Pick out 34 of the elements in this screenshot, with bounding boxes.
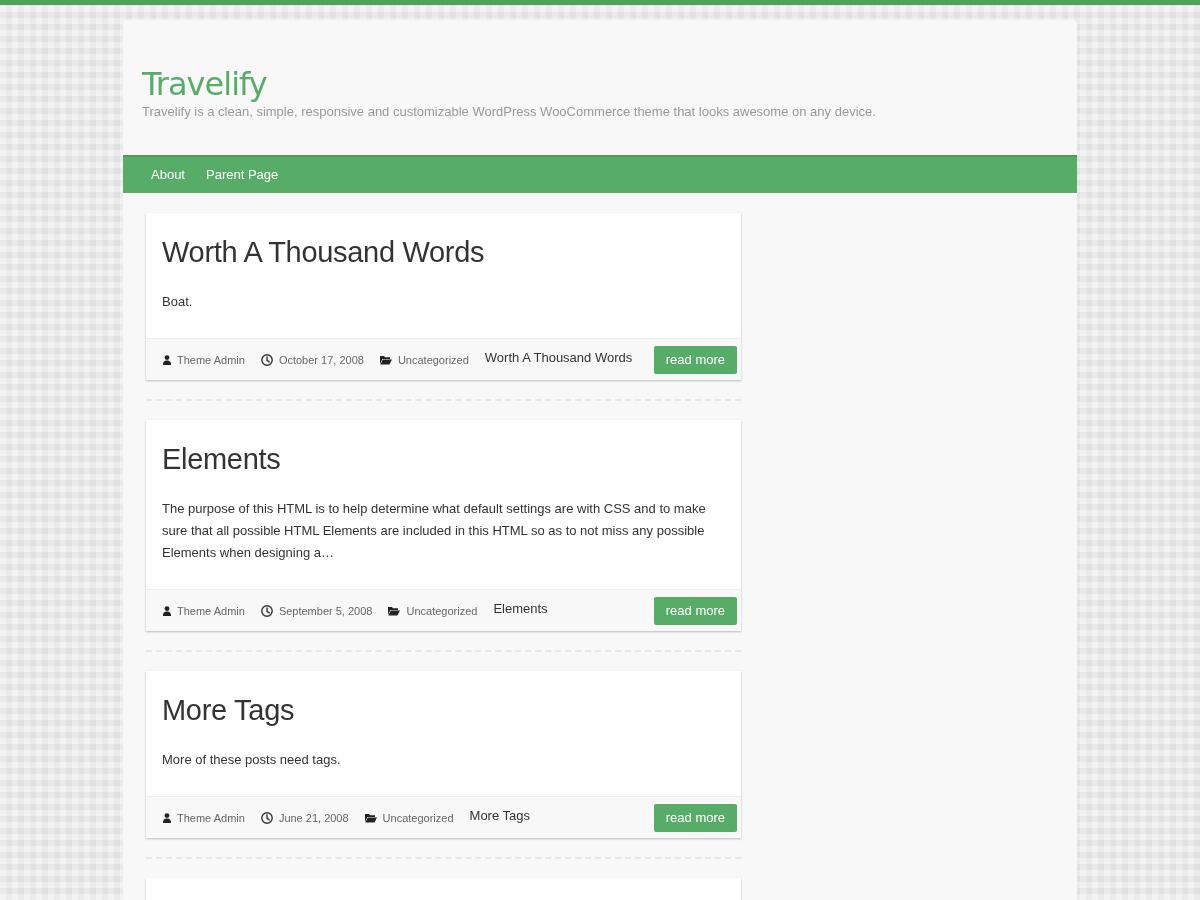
post-author: Theme Admin	[177, 353, 245, 366]
user-icon	[163, 605, 171, 616]
site-title[interactable]: Travelify	[142, 65, 267, 103]
folder-icon	[379, 354, 392, 365]
post-date: October 17, 2008	[278, 353, 364, 366]
post-category: Uncategorized	[406, 604, 478, 617]
post-category: Uncategorized	[382, 811, 454, 824]
post-title[interactable]: Elements	[162, 441, 281, 477]
nav-link[interactable]: Parent Page	[206, 166, 279, 184]
user-icon	[163, 354, 171, 365]
read-more-button[interactable]: read more	[653, 345, 737, 374]
post-title[interactable]: Worth A Thousand Words	[162, 234, 485, 270]
folder-icon	[364, 812, 377, 823]
post-footer-title: Worth A Thousand Words	[484, 350, 633, 365]
clock-icon	[260, 353, 273, 366]
clock-icon	[260, 604, 273, 617]
post-author: Theme Admin	[177, 604, 245, 617]
user-icon	[163, 812, 171, 823]
post-excerpt: Boat.	[162, 293, 194, 311]
post-excerpt: More of these posts need tags.	[162, 751, 342, 769]
site-tagline: Travelify is a clean, simple, responsive and customizable WordPress WooCommerce theme that looks awesome on any device.	[142, 103, 877, 121]
nav-link[interactable]: About	[151, 166, 185, 184]
post-footer-title: More Tags	[469, 808, 530, 823]
read-more-button[interactable]: read more	[653, 596, 737, 625]
post-title[interactable]: More Tags	[162, 692, 295, 728]
clock-icon	[260, 811, 273, 824]
post-footer-title: Elements	[493, 601, 548, 616]
post-category: Uncategorized	[397, 353, 469, 366]
folder-icon	[388, 605, 401, 616]
post-date: June 21, 2008	[278, 811, 349, 824]
read-more-button[interactable]: read more	[653, 803, 737, 832]
post-date: September 5, 2008	[278, 604, 373, 617]
post-author: Theme Admin	[177, 811, 245, 824]
post-excerpt: The purpose of this HTML is to help determine what default settings are with CSS and to make sure that all possible HTML Elements are included in this HTML so as to not miss any possible Elements when designing a…	[162, 500, 707, 562]
